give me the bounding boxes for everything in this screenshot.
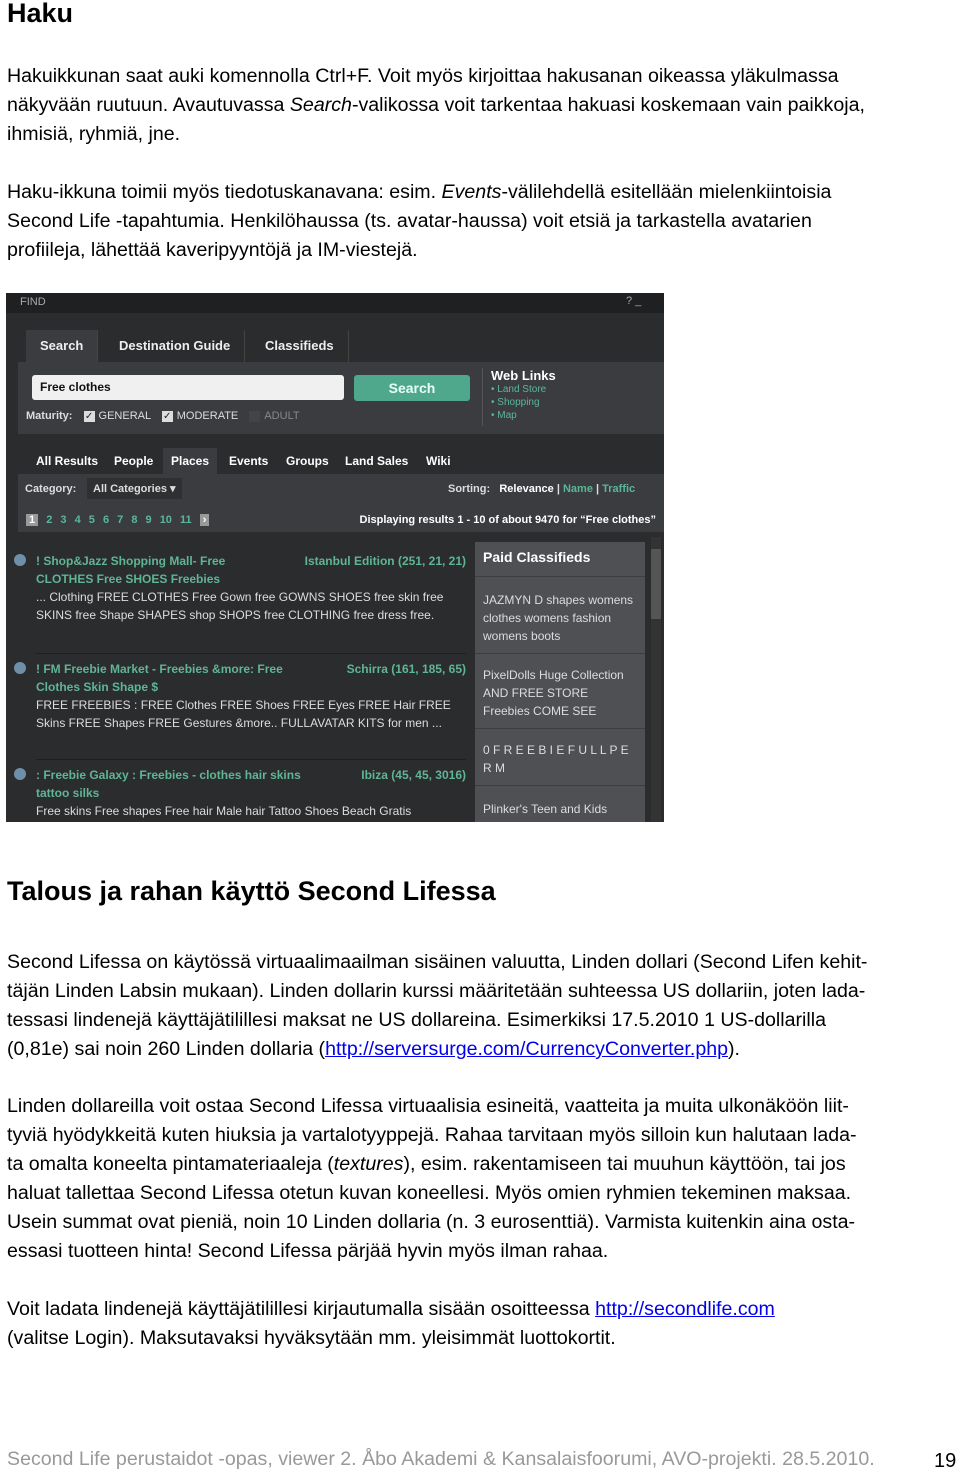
sort-name[interactable]: Name xyxy=(563,483,593,495)
paid-classifieds: Paid Classifieds JAZMYN D shapes womens … xyxy=(475,542,645,822)
classified-ad[interactable]: JAZMYN D shapes womens clothes womens fa… xyxy=(475,576,645,653)
web-link-shopping[interactable]: Shopping xyxy=(497,397,539,408)
page-number: 19 xyxy=(934,1450,957,1472)
result-item[interactable]: Ibiza (45, 45, 3016): Freebie Galaxy : F… xyxy=(14,759,466,820)
search-panel: Free clothes Search Maturity: ✓ GENERAL ✓… xyxy=(18,362,664,434)
footer: Second Life perustaidot -opas, viewer 2.… xyxy=(7,1448,875,1470)
moderate-checkbox[interactable]: ✓ xyxy=(161,410,173,422)
tab-destination-guide[interactable]: Destination Guide xyxy=(105,330,246,362)
sort-relevance[interactable]: Relevance xyxy=(499,483,553,495)
window-controls[interactable]: ? _ xyxy=(626,295,641,307)
result-item[interactable]: Schirra (161, 185, 65)! FM Freebie Marke… xyxy=(14,653,466,732)
secondlife-link[interactable]: http://secondlife.com xyxy=(595,1298,775,1320)
paragraph-search-intro: Hakuikkunan saat auki komennolla Ctrl+F.… xyxy=(7,65,865,145)
paragraph-buy-lindens: Voit ladata lindenejä käyttäjätilillesi … xyxy=(7,1298,775,1349)
tab-classifieds[interactable]: Classifieds xyxy=(251,330,349,362)
currency-converter-link[interactable]: http://serversurge.com/CurrencyConverter… xyxy=(325,1038,728,1060)
results-toolbar: Category: All Categories ▾ Sorting: Rele… xyxy=(18,474,664,532)
category-dropdown[interactable]: All Categories ▾ xyxy=(87,478,182,499)
subtab-groups[interactable]: Groups xyxy=(278,448,337,474)
classified-ad[interactable]: PixelDolls Huge Collection AND FREE STOR… xyxy=(475,653,645,728)
search-input[interactable]: Free clothes xyxy=(32,375,344,400)
title-bar: FIND ? _ xyxy=(6,293,664,313)
paragraph-linden-usage: Linden dollareilla voit ostaa Second Lif… xyxy=(7,1095,857,1262)
subtab-land-sales[interactable]: Land Sales xyxy=(337,448,416,474)
web-link-map[interactable]: Map xyxy=(497,410,516,421)
result-item[interactable]: Istanbul Edition (251, 21, 21)! Shop&Jaz… xyxy=(14,552,466,624)
subtab-people[interactable]: People xyxy=(106,448,161,474)
section-heading-haku: Haku xyxy=(7,0,74,28)
scrollbar[interactable] xyxy=(651,537,661,822)
classified-ad[interactable]: Plinker's Teen and Kids Boutique Underoi… xyxy=(475,785,645,822)
tab-search[interactable]: Search xyxy=(26,330,99,362)
globe-icon xyxy=(14,662,26,674)
subtab-places[interactable]: Places xyxy=(163,448,218,474)
classified-ad[interactable]: 0 F R E E B I E F U L L P E R M xyxy=(475,728,645,785)
sort-traffic[interactable]: Traffic xyxy=(602,483,635,495)
subtab-events[interactable]: Events xyxy=(221,448,276,474)
web-link-land-store[interactable]: Land Store xyxy=(497,384,546,395)
subtab-wiki[interactable]: Wiki xyxy=(418,448,459,474)
globe-icon xyxy=(14,554,26,566)
pagination[interactable]: 1 2 3 4 5 6 7 8 9 10 11 › xyxy=(26,514,210,526)
search-button[interactable]: Search xyxy=(354,375,470,401)
next-page-icon: › xyxy=(199,514,210,526)
find-window-screenshot: FIND ? _ Search Destination Guide Classi… xyxy=(6,293,664,822)
general-checkbox[interactable]: ✓ xyxy=(83,410,95,422)
adult-checkbox[interactable] xyxy=(249,410,261,422)
paragraph-currency: Second Lifessa on käytössä virtuaalimaai… xyxy=(7,951,868,1060)
subtab-all-results[interactable]: All Results xyxy=(28,448,106,474)
paragraph-search-info: Haku-ikkuna toimii myös tiedotuskanavana… xyxy=(7,181,832,261)
section-heading-talous: Talous ja rahan käyttö Second Lifessa xyxy=(7,876,496,906)
globe-icon xyxy=(14,768,26,780)
